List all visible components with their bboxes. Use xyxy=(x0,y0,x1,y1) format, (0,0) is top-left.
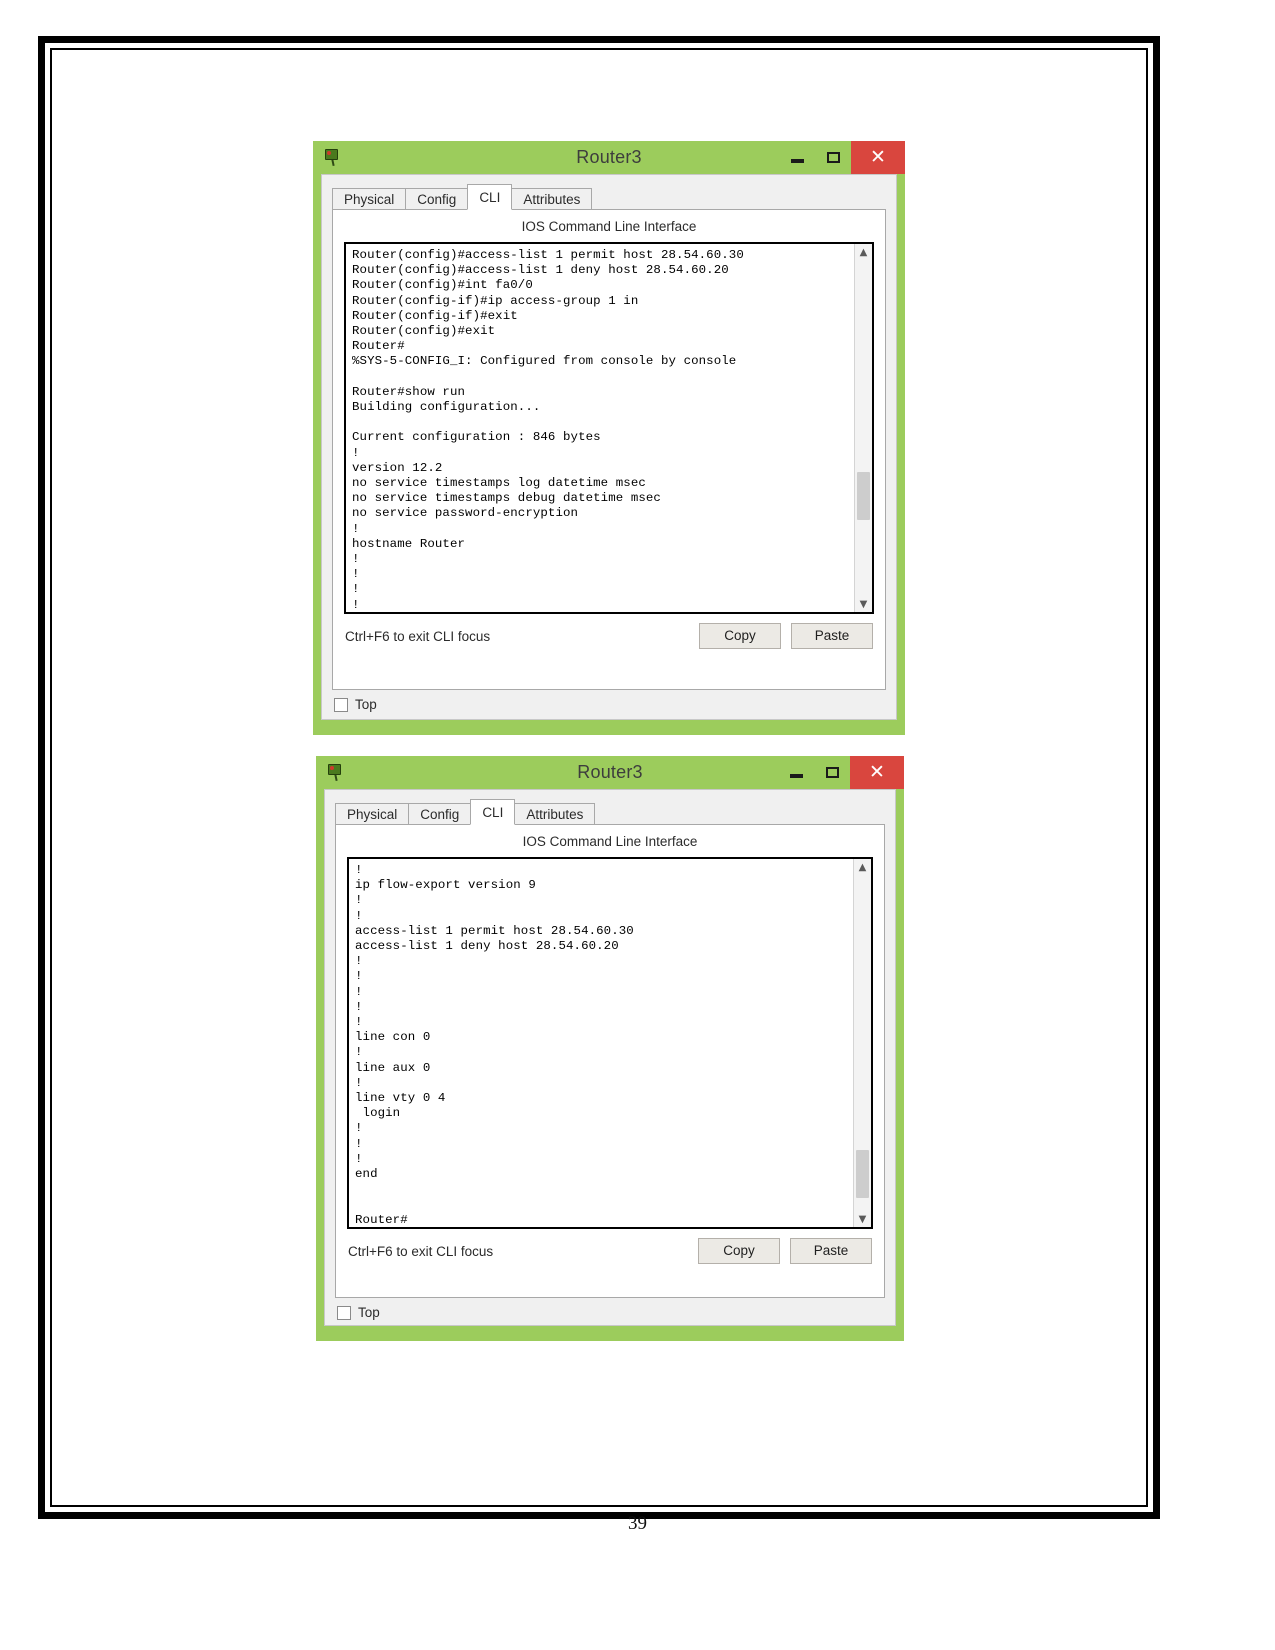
window-titlebar[interactable]: Router3 ✕ xyxy=(313,141,905,174)
maximize-button[interactable] xyxy=(815,141,851,174)
window-controls: ✕ xyxy=(779,141,905,174)
tabstrip: Physical Config CLI Attributes xyxy=(322,183,896,210)
tab-attributes[interactable]: Attributes xyxy=(514,803,596,825)
minimize-button[interactable] xyxy=(778,756,814,789)
page-number: 39 xyxy=(628,1513,647,1534)
tab-physical[interactable]: Physical xyxy=(332,188,407,210)
maximize-button[interactable] xyxy=(814,756,850,789)
scroll-down-icon[interactable]: ▼ xyxy=(855,596,872,612)
close-button[interactable]: ✕ xyxy=(851,141,905,174)
minimize-button[interactable] xyxy=(779,141,815,174)
cli-output[interactable]: ! ip flow-export version 9 ! ! access-li… xyxy=(349,859,853,1227)
scroll-up-icon[interactable]: ▲ xyxy=(854,859,871,875)
scroll-thumb[interactable] xyxy=(856,1149,869,1198)
panel-heading: IOS Command Line Interface xyxy=(521,219,697,234)
scroll-down-icon[interactable]: ▼ xyxy=(854,1211,871,1227)
cli-footer: Ctrl+F6 to exit CLI focus Copy Paste xyxy=(333,614,885,655)
cli-terminal-frame: Router(config)#access-list 1 permit host… xyxy=(344,242,874,614)
maximize-icon xyxy=(826,152,840,163)
cli-terminal-frame: ! ip flow-export version 9 ! ! access-li… xyxy=(347,857,873,1229)
cli-tab-panel: IOS Command Line Interface Router(config… xyxy=(332,210,886,690)
tab-config[interactable]: Config xyxy=(408,803,472,825)
cli-buttons: Copy Paste xyxy=(698,1238,872,1264)
cli-footer: Ctrl+F6 to exit CLI focus Copy Paste xyxy=(336,1229,884,1270)
cli-focus-hint: Ctrl+F6 to exit CLI focus xyxy=(345,628,491,644)
tabstrip: Physical Config CLI Attributes xyxy=(325,798,895,825)
cli-buttons: Copy Paste xyxy=(699,623,873,649)
window-controls: ✕ xyxy=(778,756,904,789)
maximize-icon xyxy=(825,767,839,778)
minimize-icon xyxy=(790,158,804,163)
router3-window-top[interactable]: Router3 ✕ Physical Config CLI Attributes… xyxy=(313,141,905,735)
panel-heading: IOS Command Line Interface xyxy=(522,834,698,849)
window-titlebar[interactable]: Router3 ✕ xyxy=(316,756,904,789)
copy-button[interactable]: Copy xyxy=(699,623,781,649)
top-checkbox-label: Top xyxy=(358,1305,380,1320)
paste-button[interactable]: Paste xyxy=(790,1238,872,1264)
cli-tab-panel: IOS Command Line Interface ! ip flow-exp… xyxy=(335,825,885,1298)
scroll-up-icon[interactable]: ▲ xyxy=(855,244,872,260)
tab-cli[interactable]: CLI xyxy=(470,799,516,825)
tab-config[interactable]: Config xyxy=(405,188,469,210)
cli-output[interactable]: Router(config)#access-list 1 permit host… xyxy=(346,244,854,612)
copy-button[interactable]: Copy xyxy=(698,1238,780,1264)
tab-cli[interactable]: CLI xyxy=(467,184,513,210)
cli-scrollbar[interactable]: ▲ ▼ xyxy=(853,859,871,1227)
top-checkbox-row[interactable]: Top xyxy=(322,690,896,712)
paste-button[interactable]: Paste xyxy=(791,623,873,649)
cli-focus-hint: Ctrl+F6 to exit CLI focus xyxy=(348,1243,494,1259)
router3-window-bottom[interactable]: Router3 ✕ Physical Config CLI Attributes… xyxy=(316,756,904,1341)
top-checkbox-label: Top xyxy=(355,697,377,712)
window-client-area: Physical Config CLI Attributes IOS Comma… xyxy=(321,174,897,720)
top-checkbox[interactable] xyxy=(334,697,348,712)
window-client-area: Physical Config CLI Attributes IOS Comma… xyxy=(324,789,896,1326)
scroll-thumb[interactable] xyxy=(857,472,870,520)
tab-attributes[interactable]: Attributes xyxy=(511,188,593,210)
top-checkbox-row[interactable]: Top xyxy=(325,1298,895,1320)
cli-scrollbar[interactable]: ▲ ▼ xyxy=(854,244,872,612)
close-button[interactable]: ✕ xyxy=(850,756,904,789)
tab-physical[interactable]: Physical xyxy=(335,803,410,825)
top-checkbox[interactable] xyxy=(337,1305,351,1320)
minimize-icon xyxy=(789,773,803,778)
